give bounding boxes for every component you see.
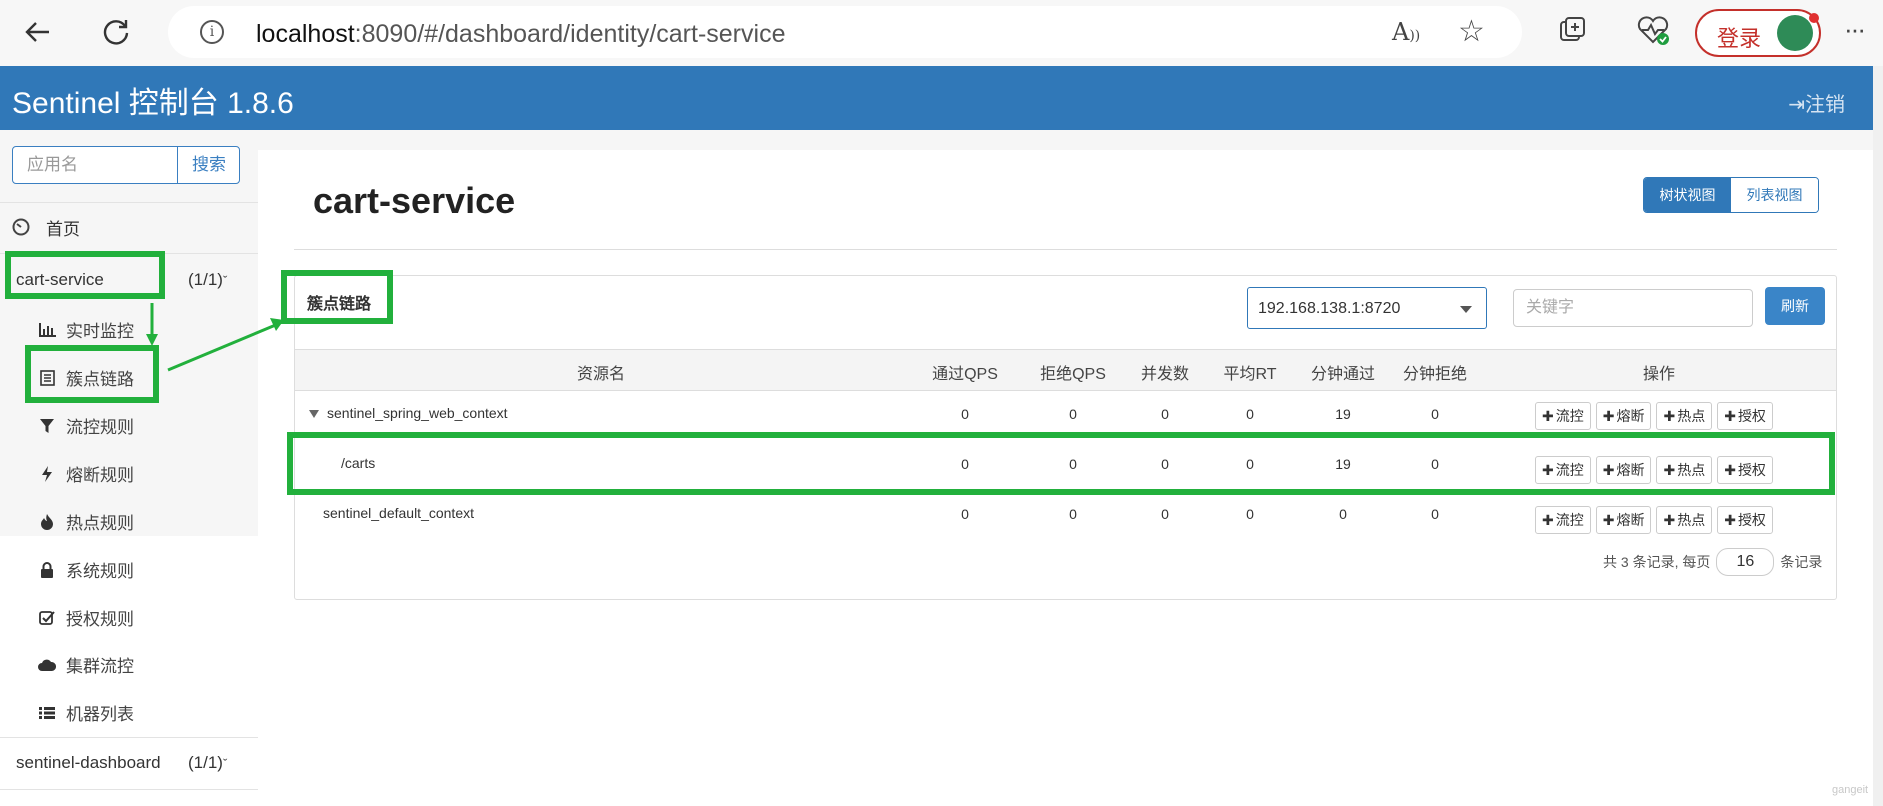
- annotation-arrows: [146, 303, 284, 372]
- watermark: gangeit: [1832, 784, 1869, 796]
